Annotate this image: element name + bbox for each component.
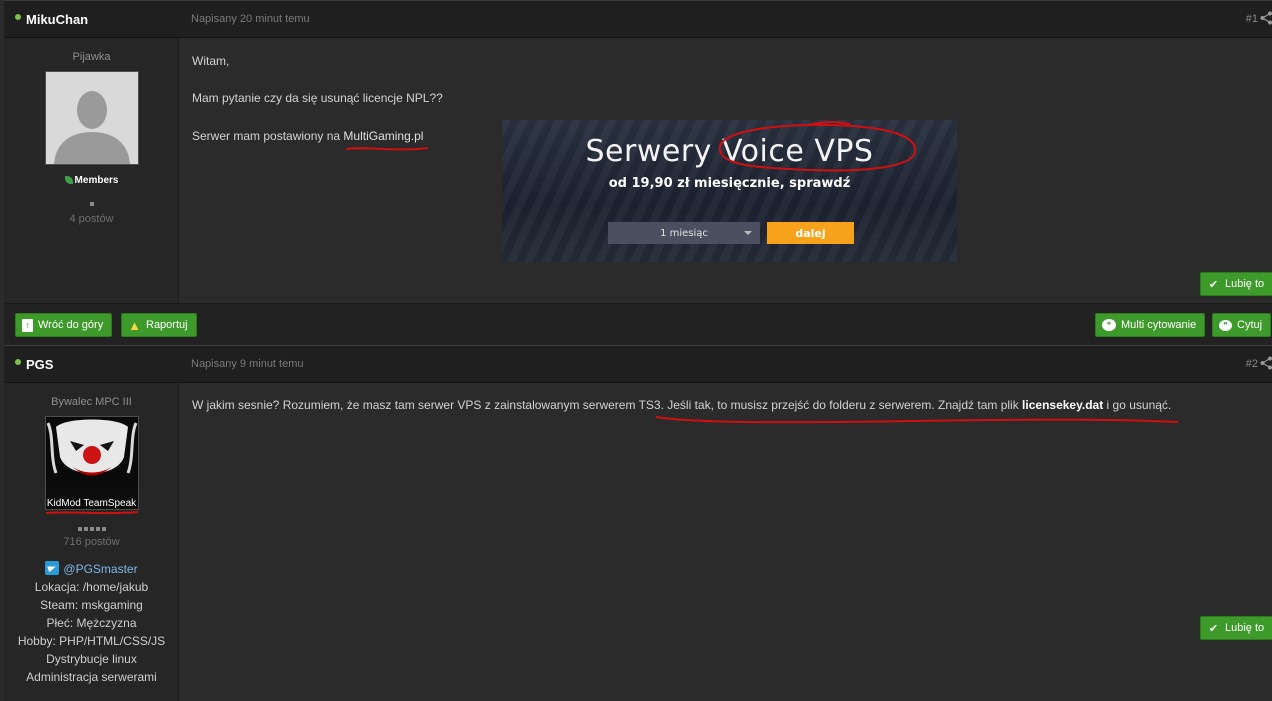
rank-pips: [4, 195, 179, 209]
online-indicator: [15, 14, 21, 20]
post-date[interactable]: Napisany 9 minut temu: [191, 358, 304, 370]
avatar[interactable]: [45, 416, 139, 510]
profile-field-admin: Administracja serwerami: [26, 670, 157, 684]
speech-bubbles-icon: ❞: [1102, 319, 1116, 331]
host-link[interactable]: MultiGaming.pl: [343, 129, 423, 143]
profile-field-gender: Płeć: Mężczyzna: [46, 616, 137, 630]
telegram-icon: [45, 561, 60, 575]
share-icon[interactable]: [1260, 356, 1272, 370]
profile-field-location: Lokacja: /home/jakub: [34, 580, 149, 594]
post-content-1: Witam, Mam pytanie czy da się usunąć lic…: [180, 38, 1272, 303]
rank-title: Pijawka: [72, 51, 111, 63]
page-up-icon: ↑: [22, 318, 33, 332]
post-action-bar: ↑ Wróć do góry ▲ Raportuj ❞ Multi cytowanie…: [4, 303, 1272, 345]
telegram-link[interactable]: @PGSmaster: [4, 560, 179, 578]
rank-pips: [4, 520, 179, 534]
chevron-down-icon: [744, 231, 752, 235]
post-line: Witam,: [192, 54, 230, 68]
check-icon: ✔: [1208, 622, 1219, 635]
warning-icon: ▲: [128, 317, 141, 333]
file-name: licensekey.dat: [1022, 398, 1104, 412]
post-author[interactable]: PGS: [26, 357, 53, 372]
speech-bubble-icon: ❞: [1219, 319, 1232, 331]
like-button[interactable]: ✔ Lubię to: [1200, 616, 1272, 640]
profile-field-steam: Steam: mskgaming: [40, 598, 143, 612]
rank-title: Bywalec MPC III: [51, 396, 132, 408]
red-underline-annotation: [45, 511, 139, 515]
report-button[interactable]: ▲ Raportuj: [121, 313, 197, 337]
red-underline-annotation: [345, 147, 429, 151]
clown-avatar-image: [46, 417, 138, 487]
post-count[interactable]: 4 postów: [4, 213, 179, 225]
default-avatar-icon: [46, 72, 138, 164]
post-content-2: W jakim sesnie? Rozumiem, że masz tam se…: [180, 383, 1272, 701]
post-line: Serwer mam postawiony na MultiGaming.pl: [192, 129, 424, 143]
avatar[interactable]: [45, 71, 139, 165]
share-icon[interactable]: [1260, 11, 1272, 25]
online-indicator: [15, 359, 21, 365]
banner-headline: Serwery Voice VPS: [585, 134, 874, 169]
quote-button[interactable]: ❞ Cytuj: [1212, 313, 1272, 337]
post-author[interactable]: MikuChan: [26, 12, 88, 27]
post-header-2: PGS Napisany 9 minut temu #2: [4, 345, 1272, 383]
profile-field-linux: Dystrybucje linux: [46, 652, 137, 666]
post-line: Mam pytanie czy da się usunąć licencje N…: [192, 91, 443, 105]
post-date[interactable]: Napisany 20 minut temu: [191, 13, 310, 25]
banner-subtitle: od 19,90 zł miesięcznie, sprawdź: [608, 176, 851, 191]
like-button[interactable]: ✔ Lubię to: [1200, 272, 1272, 296]
post-header-1: MikuChan Napisany 20 minut temu #1: [4, 0, 1272, 38]
back-to-top-button[interactable]: ↑ Wróć do góry: [15, 313, 113, 337]
plan-select[interactable]: 1 miesiąc: [608, 222, 760, 244]
profile-info: @PGSmaster Lokacja: /home/jakub Steam: m…: [4, 560, 179, 686]
post-body: W jakim sesnie? Rozumiem, że masz tam se…: [192, 398, 1172, 412]
red-underline-annotation: [655, 416, 1179, 424]
group-label: Members: [4, 175, 179, 186]
post-number[interactable]: #1: [1246, 13, 1258, 25]
advertisement-banner[interactable]: Serwery Voice VPS od 19,90 zł miesięczni…: [502, 120, 957, 262]
check-icon: ✔: [1208, 278, 1219, 291]
post-count[interactable]: 716 postów: [4, 536, 179, 548]
group-label: KidMod TeamSpeak: [46, 498, 137, 509]
multi-quote-button[interactable]: ❞ Multi cytowanie: [1095, 313, 1206, 337]
author-sidebar-2: Bywalec MPC III KidMod TeamSpeak 716 pos…: [4, 383, 179, 701]
banner-go-button[interactable]: dalej: [767, 222, 854, 244]
post-number[interactable]: #2: [1246, 358, 1258, 370]
profile-field-hobby: Hobby: PHP/HTML/CSS/JS: [17, 634, 166, 648]
author-sidebar-1: Pijawka Members 4 postów: [4, 38, 179, 303]
leaf-icon: [64, 176, 73, 184]
